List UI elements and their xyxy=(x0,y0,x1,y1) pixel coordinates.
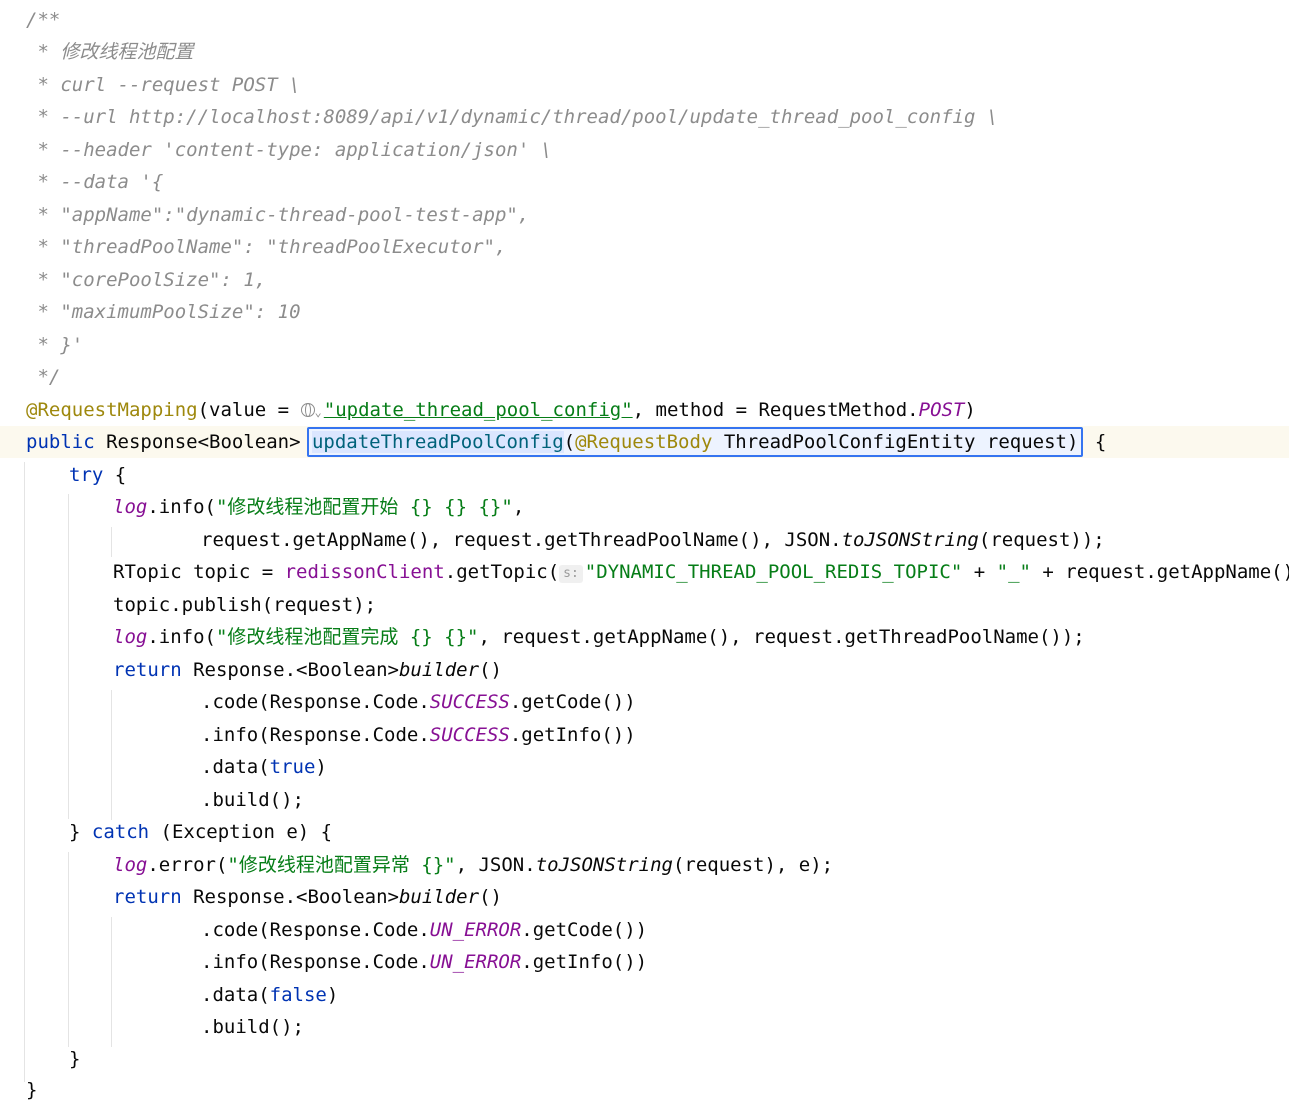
comment-line: * --header 'content-type: application/js… xyxy=(26,139,553,161)
globe-icon[interactable] xyxy=(300,403,315,417)
code-line: .data(false) xyxy=(201,984,339,1006)
comment-line: * "maximumPoolSize": 10 xyxy=(26,301,301,323)
parameter-hint: s: xyxy=(559,565,583,583)
code-line: return Response.<Boolean>builder() xyxy=(113,886,502,908)
comment-line: * "corePoolSize": 1, xyxy=(26,269,267,291)
code-line: .info(Response.Code.SUCCESS.getInfo()) xyxy=(201,724,636,746)
endpoint-url-link[interactable]: "update_thread_pool_config" xyxy=(324,399,633,421)
method-name[interactable]: updateThreadPoolConfig xyxy=(311,431,564,453)
code-line: .info(Response.Code.UN_ERROR.getInfo()) xyxy=(201,951,648,973)
code-line: .data(true) xyxy=(201,756,327,778)
code-line: log.info("修改线程池配置完成 {} {}", request.getA… xyxy=(113,626,1085,648)
comment-line: * "threadPoolName": "threadPoolExecutor"… xyxy=(26,236,507,258)
code-line: .code(Response.Code.SUCCESS.getCode()) xyxy=(201,691,636,713)
comment-line: * "appName":"dynamic-thread-pool-test-ap… xyxy=(26,204,530,226)
method-signature-line[interactable]: public Response<Boolean> updateThreadPoo… xyxy=(0,426,1289,458)
code-line: return Response.<Boolean>builder() xyxy=(113,659,502,681)
code-line: .build(); xyxy=(201,1016,304,1038)
request-mapping-line: @RequestMapping(value = ⌄ "update_thread_… xyxy=(26,399,976,421)
comment-line: * --data '{ xyxy=(26,171,164,193)
chevron-down-icon[interactable]: ⌄ xyxy=(315,405,322,419)
code-line: } xyxy=(69,1048,81,1070)
selected-signature[interactable]: updateThreadPoolConfig(@RequestBody Thre… xyxy=(306,427,1084,457)
request-mapping-annotation[interactable]: @RequestMapping xyxy=(26,399,198,421)
code-line: topic.publish(request); xyxy=(113,594,377,616)
code-line: RTopic topic = redissonClient.getTopic(s… xyxy=(113,561,1289,583)
comment-line: */ xyxy=(26,366,61,388)
code-line: request.getAppName(), request.getThreadP… xyxy=(201,529,1105,551)
code-line: } catch (Exception e) { xyxy=(69,821,333,843)
code-editor[interactable]: /** * 修改线程池配置 * curl --request POST \ * … xyxy=(0,0,1289,1104)
comment-line: * 修改线程池配置 xyxy=(26,41,194,63)
code-line: log.info("修改线程池配置开始 {} {} {}", xyxy=(113,496,525,518)
comment-line: * --url http://localhost:8089/api/v1/dyn… xyxy=(26,106,999,128)
code-line: } xyxy=(26,1079,38,1101)
comment-line: /** xyxy=(26,9,61,31)
code-line: .build(); xyxy=(201,789,304,811)
comment-line: * }' xyxy=(26,334,84,356)
comment-line: * curl --request POST \ xyxy=(26,74,301,96)
code-line: log.error("修改线程池配置异常 {}", JSON.toJSONStr… xyxy=(113,854,834,876)
code-line: try { xyxy=(69,464,127,486)
code-line: .code(Response.Code.UN_ERROR.getCode()) xyxy=(201,919,648,941)
